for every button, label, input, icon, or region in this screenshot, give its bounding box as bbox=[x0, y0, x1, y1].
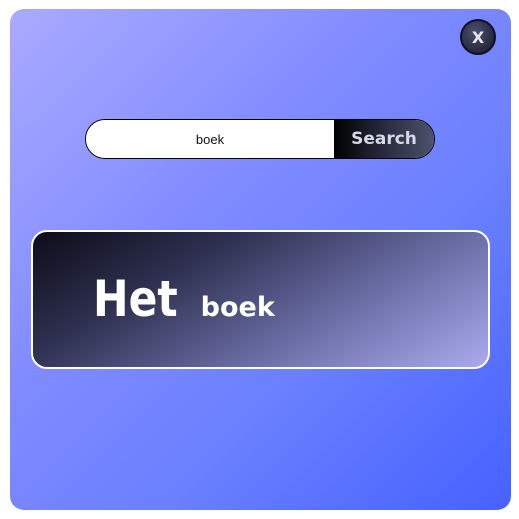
result-noun: boek bbox=[200, 292, 275, 323]
close-button[interactable]: X bbox=[460, 19, 496, 55]
result-article: Het bbox=[93, 270, 178, 328]
result-card: Het boek bbox=[31, 230, 490, 369]
search-button[interactable]: Search bbox=[334, 120, 434, 158]
result-line: Het boek bbox=[93, 270, 275, 328]
search-input[interactable] bbox=[86, 120, 334, 158]
main-panel: X Search Het boek bbox=[10, 9, 511, 510]
search-bar: Search bbox=[85, 119, 435, 159]
